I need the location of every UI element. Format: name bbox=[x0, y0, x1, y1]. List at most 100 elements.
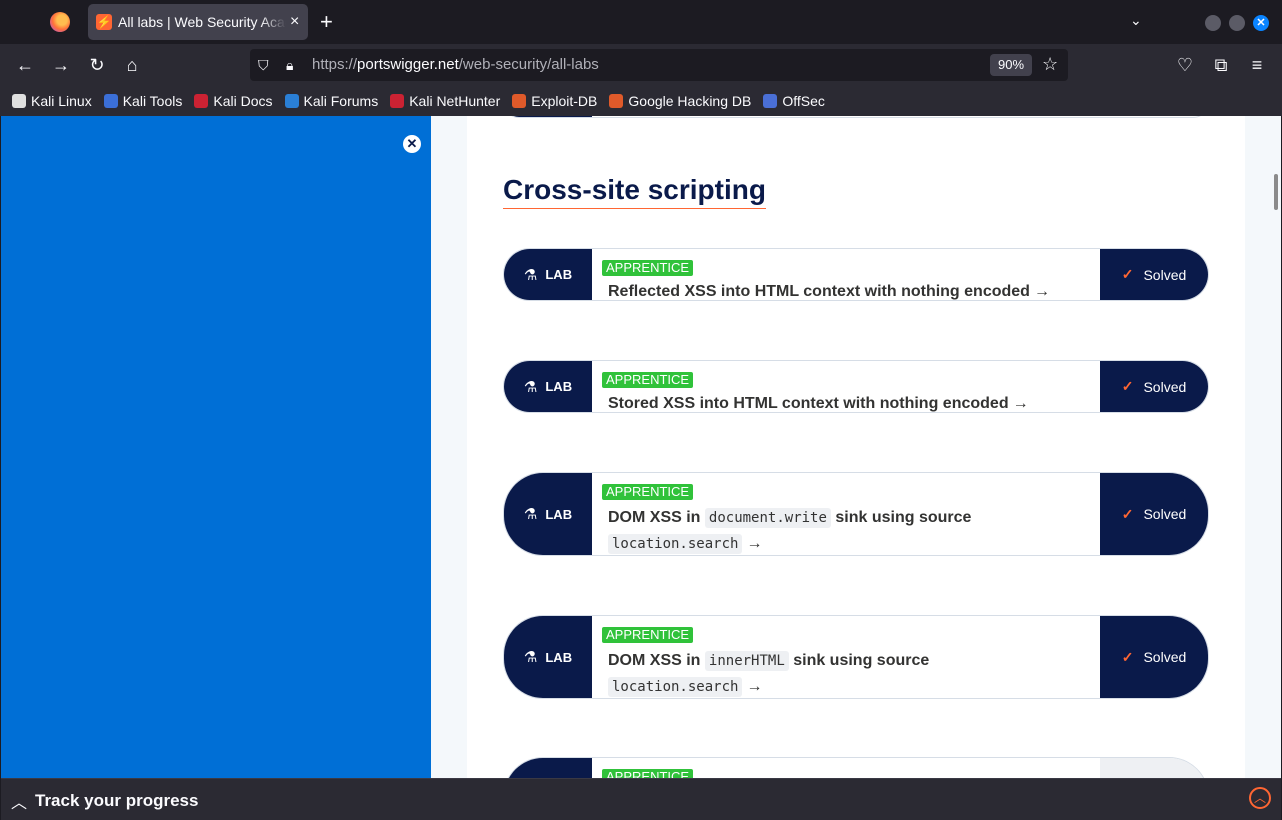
previous-lab-card[interactable] bbox=[503, 116, 1209, 118]
bookmark-item[interactable]: Kali Forums bbox=[284, 93, 378, 109]
track-progress-bar[interactable]: ︿ Track your progress ︿ bbox=[1, 778, 1281, 820]
sidebar-panel: ✕ bbox=[1, 116, 431, 778]
lab-info: APPRENTICE DOM XSS in document.write sin… bbox=[592, 473, 1100, 555]
url-path: /web-security/all-labs bbox=[458, 56, 599, 73]
lab-title-text: Reflected XSS into HTML context with not… bbox=[608, 283, 1030, 300]
url-text[interactable]: https://portswigger.net/web-security/all… bbox=[312, 56, 599, 73]
bookmark-item[interactable]: Google Hacking DB bbox=[609, 93, 751, 109]
bookmark-label: OffSec bbox=[782, 93, 825, 109]
lab-title-link[interactable]: Reflected XSS into HTML context with not… bbox=[608, 279, 1090, 300]
code-snippet: location.search bbox=[608, 677, 743, 697]
solved-text: Solved bbox=[1143, 378, 1187, 395]
lab-label-text: LAB bbox=[545, 506, 573, 522]
new-tab-button[interactable]: + bbox=[320, 10, 333, 34]
lab-label: ⚗ LAB bbox=[504, 616, 592, 698]
url-bar[interactable]: ⛉ 🔒︎ https://portswigger.net/web-securit… bbox=[250, 49, 1068, 81]
code-snippet: document.write bbox=[704, 508, 831, 528]
sidebar-close-icon[interactable]: ✕ bbox=[403, 135, 421, 153]
bookmark-label: Exploit-DB bbox=[531, 93, 598, 109]
lab-card[interactable]: ⚗ LAB APPRENTICE Reflected XSS into HTML … bbox=[503, 248, 1209, 301]
lab-info: APPRENTICE DOM XSS in innerHTML sink usi… bbox=[592, 616, 1100, 698]
back-icon[interactable]: ← bbox=[14, 54, 36, 76]
maximize-button[interactable] bbox=[1229, 15, 1245, 31]
bookmark-item[interactable]: Kali Linux bbox=[12, 93, 92, 109]
lab-card[interactable]: APPRENTICE bbox=[503, 757, 1209, 778]
pocket-icon[interactable]: ♡ bbox=[1174, 54, 1196, 76]
lab-title-text: sink using source bbox=[793, 652, 930, 669]
lock-icon[interactable]: 🔒︎ bbox=[286, 57, 293, 74]
lab-title-text: sink using source bbox=[835, 509, 972, 526]
status-area bbox=[1100, 758, 1208, 778]
lab-label: ⚗ LAB bbox=[504, 361, 592, 412]
solved-text: Solved bbox=[1143, 266, 1187, 283]
menu-icon[interactable]: ≡ bbox=[1246, 54, 1268, 76]
url-host: portswigger.net bbox=[357, 56, 459, 73]
bookmark-item[interactable]: Kali Docs bbox=[194, 93, 273, 109]
level-badge: APPRENTICE bbox=[602, 372, 694, 388]
checkmark-icon: ✓ bbox=[1121, 266, 1134, 282]
page-scrollbar[interactable] bbox=[1274, 174, 1278, 210]
kali-dragon-icon bbox=[12, 94, 26, 108]
tracking-shield-icon[interactable]: ⛉ bbox=[258, 57, 269, 74]
lab-card[interactable]: ⚗ LAB APPRENTICE DOM XSS in document.writ… bbox=[503, 472, 1209, 556]
bookmark-label: Kali Tools bbox=[122, 93, 183, 109]
lab-title-link[interactable]: Stored XSS into HTML context with nothin… bbox=[608, 391, 1090, 412]
lab-label-text: LAB bbox=[545, 649, 573, 665]
bookmark-item[interactable]: Kali Tools bbox=[103, 93, 183, 109]
reload-icon[interactable]: ↻ bbox=[86, 54, 108, 76]
section-title: Cross-site scripting bbox=[503, 174, 766, 209]
bookmark-label: Kali NetHunter bbox=[409, 93, 501, 109]
level-badge: APPRENTICE bbox=[602, 260, 694, 276]
lab-title-link[interactable]: DOM XSS in innerHTML sink using source lo… bbox=[608, 648, 1090, 698]
list-all-tabs-icon[interactable]: ⌄ bbox=[1130, 12, 1142, 29]
bookmark-item[interactable]: Exploit-DB bbox=[512, 93, 597, 109]
arrow-right-icon: → bbox=[746, 678, 763, 695]
flask-icon: ⚗ bbox=[523, 266, 538, 284]
scroll-to-top-icon[interactable]: ︿ bbox=[1249, 787, 1271, 809]
lab-card[interactable]: ⚗ LAB APPRENTICE DOM XSS in innerHTML sin… bbox=[503, 615, 1209, 699]
tab-title: All labs | Web Security Academy bbox=[118, 14, 286, 30]
lab-title-link[interactable]: DOM XSS in document.write sink using sou… bbox=[608, 505, 1090, 555]
solved-text: Solved bbox=[1143, 506, 1187, 522]
lab-info: APPRENTICE bbox=[592, 758, 1100, 778]
lab-card[interactable]: ⚗ LAB APPRENTICE Stored XSS into HTML con… bbox=[503, 360, 1209, 413]
bookmark-star-icon[interactable]: ☆ bbox=[1042, 54, 1058, 75]
level-badge: APPRENTICE bbox=[602, 627, 694, 643]
solved-status: ✓ Solved bbox=[1100, 249, 1208, 300]
home-icon[interactable]: ⌂ bbox=[121, 54, 143, 76]
flask-icon: ⚗ bbox=[523, 649, 538, 666]
arrow-right-icon: → bbox=[746, 535, 763, 552]
bookmark-label: Kali Docs bbox=[213, 93, 273, 109]
bookmark-label: Google Hacking DB bbox=[628, 93, 752, 109]
lab-info: APPRENTICE Stored XSS into HTML context … bbox=[592, 361, 1100, 412]
bookmarks-toolbar: Kali Linux Kali Tools Kali Docs Kali Forums… bbox=[0, 86, 1282, 116]
close-window-button[interactable]: ✕ bbox=[1253, 15, 1269, 31]
arrow-right-icon: → bbox=[1012, 395, 1029, 412]
checkmark-icon: ✓ bbox=[1121, 505, 1134, 522]
bookmark-item[interactable]: OffSec bbox=[763, 93, 825, 109]
tab-close-icon[interactable]: × bbox=[290, 13, 299, 31]
lab-label-area bbox=[504, 116, 592, 117]
flask-icon: ⚗ bbox=[523, 506, 538, 523]
lab-label bbox=[504, 758, 592, 778]
chevron-up-icon[interactable]: ︿ bbox=[11, 789, 27, 813]
track-progress-label[interactable]: Track your progress bbox=[35, 791, 198, 811]
tab-bar: ⚡ All labs | Web Security Academy × + ⌄ … bbox=[0, 0, 1282, 44]
solved-status: ✓ Solved bbox=[1100, 473, 1208, 555]
forward-icon[interactable]: → bbox=[50, 54, 72, 76]
kali-forums-icon bbox=[284, 94, 299, 108]
browser-tab[interactable]: ⚡ All labs | Web Security Academy × bbox=[88, 4, 308, 40]
kali-docs-icon bbox=[194, 94, 209, 108]
lab-label: ⚗ LAB bbox=[504, 249, 592, 300]
exploit-db-icon bbox=[512, 94, 527, 108]
lab-title-text: DOM XSS in bbox=[608, 509, 701, 526]
navigation-bar: ← → ↻ ⌂ ⛉ 🔒︎ https://portswigger.net/web… bbox=[0, 44, 1282, 86]
kali-tools-icon bbox=[103, 94, 118, 108]
extensions-icon[interactable]: ⧉ bbox=[1210, 54, 1232, 76]
firefox-icon[interactable] bbox=[50, 12, 70, 32]
bookmark-item[interactable]: Kali NetHunter bbox=[390, 93, 500, 109]
lab-label: ⚗ LAB bbox=[504, 473, 592, 555]
ghdb-icon bbox=[609, 94, 624, 108]
zoom-level-button[interactable]: 90% bbox=[990, 54, 1032, 76]
minimize-button[interactable] bbox=[1205, 15, 1221, 31]
